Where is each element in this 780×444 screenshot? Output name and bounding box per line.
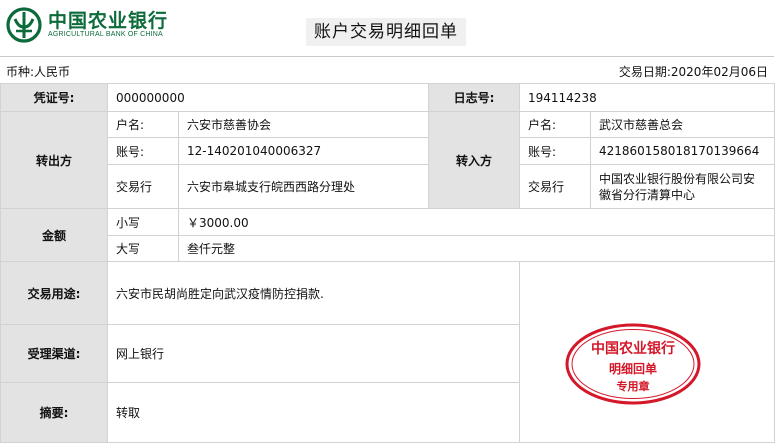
currency: 币种:人民币 xyxy=(6,63,70,80)
party-bank-row: 交易行 六安市皋城支行皖西西路分理处 交易行 中国农业银行股份有限公司安徽省分行… xyxy=(1,164,775,209)
amount-big-label: 大写 xyxy=(107,235,179,262)
amount-label: 金额 xyxy=(0,208,108,262)
voucher-row: 凭证号: 000000000 日志号: 194114238 xyxy=(0,83,775,112)
abc-bank-logo-icon xyxy=(6,7,42,43)
purpose-row: 交易用途: 六安市民胡尚胜定向武汉疫情防控捐款. xyxy=(0,261,775,443)
voucher-label: 凭证号: xyxy=(0,83,108,112)
bank-name-en: AGRICULTURAL BANK OF CHINA xyxy=(48,31,163,38)
amount-big-row: 大写 叁仟元整 xyxy=(1,235,775,262)
payee-name: 武汉市慈善总会 xyxy=(590,111,775,138)
payer-account: 12-140201040006327 xyxy=(178,137,429,165)
payer-bank-label: 交易行 xyxy=(107,164,179,209)
bank-seal-stamp: 中国农业银行 明细回单 专用章 xyxy=(565,323,701,405)
party-account-row: 账号: 12-140201040006327 账号: 4218601580181… xyxy=(1,137,775,165)
log-value: 194114238 xyxy=(519,83,775,112)
payee-bank: 中国农业银行股份有限公司安徽省分行清算中心 xyxy=(590,164,775,209)
payer-bank: 六安市皋城支行皖西西路分理处 xyxy=(178,164,429,209)
channel-value: 网上银行 xyxy=(107,324,520,383)
seal-line-1: 中国农业银行 xyxy=(591,340,675,357)
amount-small-row: 金额 小写 ￥3000.00 xyxy=(0,208,775,262)
payee-label: 转入方 xyxy=(428,111,520,209)
transaction-date: 交易日期:2020年02月06日 xyxy=(619,63,768,80)
currency-label: 币种: xyxy=(6,65,35,79)
payee-account: 421860158018170139664 xyxy=(590,137,775,165)
purpose-value: 六安市民胡尚胜定向武汉疫情防控捐款. xyxy=(107,261,520,325)
bank-name-cn: 中国农业银行 xyxy=(48,10,169,32)
seal-line-2: 明细回单 xyxy=(609,361,657,376)
currency-value: 人民币 xyxy=(34,65,71,79)
channel-label: 受理渠道: xyxy=(0,324,108,383)
amount-big-value: 叁仟元整 xyxy=(178,235,775,262)
payer-account-label: 账号: xyxy=(107,137,179,165)
payee-name-label: 户名: xyxy=(519,111,591,138)
header: 中国农业银行 AGRICULTURAL BANK OF CHINA 账户交易明细… xyxy=(0,0,780,54)
document-title: 账户交易明细回单 xyxy=(306,18,466,46)
payee-account-label: 账号: xyxy=(519,137,591,165)
date-value: 2020年02月06日 xyxy=(670,65,768,79)
log-label: 日志号: xyxy=(428,83,520,112)
date-label: 交易日期: xyxy=(618,65,671,79)
purpose-label: 交易用途: xyxy=(0,261,108,325)
payee-bank-label: 交易行 xyxy=(519,164,591,209)
amount-small-value: ￥3000.00 xyxy=(178,208,775,236)
summary-value: 转取 xyxy=(107,382,520,443)
payer-name-label: 户名: xyxy=(107,111,179,138)
meta-bar: 币种:人民币 交易日期:2020年02月06日 xyxy=(0,56,774,84)
summary-label: 摘要: xyxy=(0,382,108,443)
amount-small-label: 小写 xyxy=(107,208,179,236)
voucher-value: 000000000 xyxy=(107,83,429,112)
seal-line-3: 专用章 xyxy=(617,379,650,393)
payer-name: 六安市慈善协会 xyxy=(178,111,429,138)
party-name-row: 转出方 户名: 六安市慈善协会 转入方 户名: 武汉市慈善总会 xyxy=(0,111,775,209)
payer-label: 转出方 xyxy=(0,111,108,209)
